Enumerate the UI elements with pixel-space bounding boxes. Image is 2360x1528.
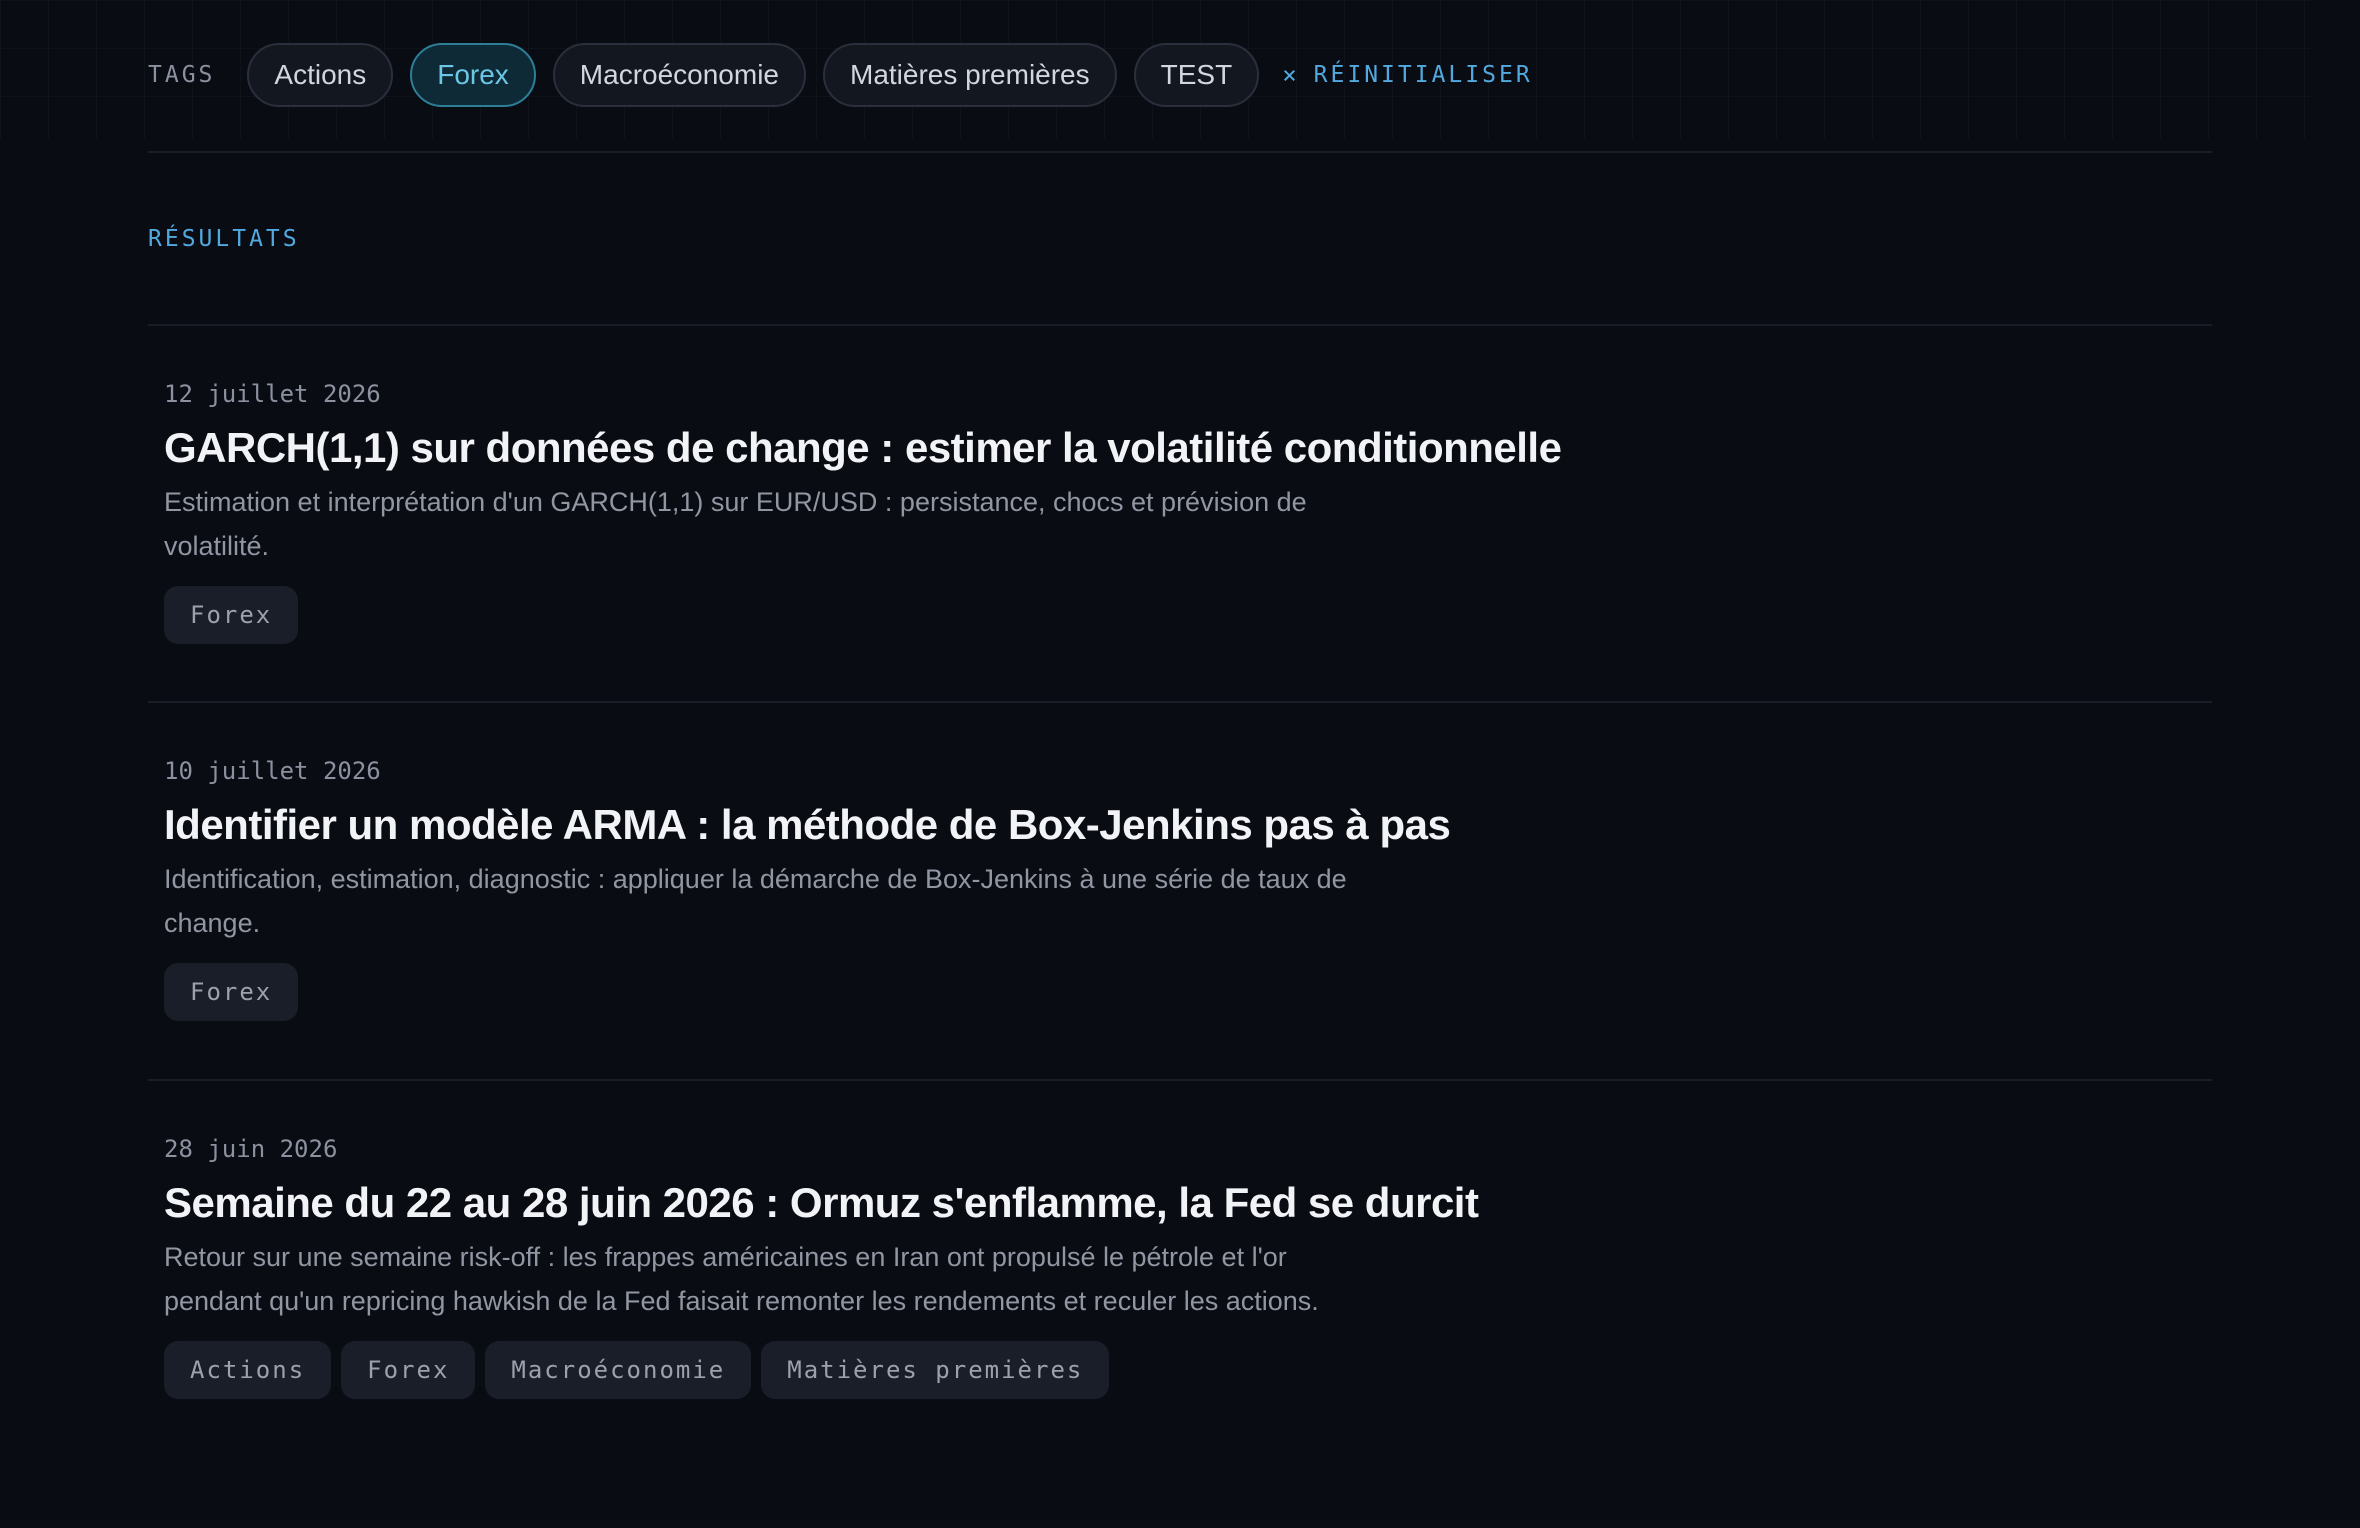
reset-filters-label: RÉINITIALISER <box>1313 61 1533 88</box>
article-tag[interactable]: Macroéconomie <box>485 1341 752 1399</box>
article-date: 12 juillet 2026 <box>164 380 381 408</box>
results-header: RÉSULTATS <box>148 153 2212 324</box>
page-content: TAGS Actions Forex Macroéconomie Matière… <box>148 0 2212 1399</box>
tag-filter-actions[interactable]: Actions <box>247 42 394 107</box>
article-title[interactable]: Semaine du 22 au 28 juin 2026 : Ormuz s'… <box>164 1175 2212 1231</box>
article-card: 10 juillet 2026 Identifier un modèle ARM… <box>148 703 2212 1081</box>
tags-label: TAGS <box>148 61 216 88</box>
tag-filter-forex[interactable]: Forex <box>410 42 536 107</box>
article-tag[interactable]: Forex <box>164 963 299 1021</box>
article-tag[interactable]: Forex <box>341 1341 476 1399</box>
article-tags: Forex <box>164 586 2212 644</box>
tag-filter-test[interactable]: TEST <box>1133 42 1260 107</box>
article-summary: Estimation et interprétation d'un GARCH(… <box>164 487 1307 561</box>
article-tags: Actions Forex Macroéconomie Matières pre… <box>164 1341 2212 1399</box>
tags-filter-bar: TAGS Actions Forex Macroéconomie Matière… <box>148 0 2212 151</box>
article-card: 28 juin 2026 Semaine du 22 au 28 juin 20… <box>148 1081 2212 1399</box>
article-tag[interactable]: Actions <box>164 1341 332 1399</box>
article-summary: Identification, estimation, diagnostic :… <box>164 864 1347 938</box>
article-card: 12 juillet 2026 GARCH(1,1) sur données d… <box>148 326 2212 703</box>
article-date: 28 juin 2026 <box>164 1135 338 1163</box>
article-title[interactable]: Identifier un modèle ARMA : la méthode d… <box>164 797 2212 853</box>
article-tags: Forex <box>164 963 2212 1021</box>
article-summary: Retour sur une semaine risk-off : les fr… <box>164 1242 1319 1316</box>
reset-filters-button[interactable]: × RÉINITIALISER <box>1282 61 1532 89</box>
article-title[interactable]: GARCH(1,1) sur données de change : estim… <box>164 420 2212 476</box>
article-tag[interactable]: Forex <box>164 586 299 644</box>
article-tag[interactable]: Matières premières <box>761 1341 1110 1399</box>
tag-filter-macroeconomie[interactable]: Macroéconomie <box>552 42 806 107</box>
close-icon: × <box>1282 60 1300 89</box>
article-date: 10 juillet 2026 <box>164 757 381 785</box>
tag-filter-matieres-premieres[interactable]: Matières premières <box>823 42 1117 107</box>
results-label: RÉSULTATS <box>148 225 300 252</box>
